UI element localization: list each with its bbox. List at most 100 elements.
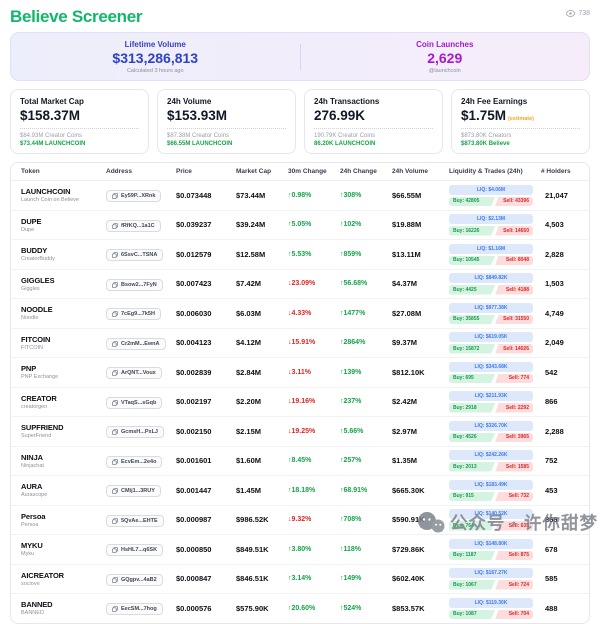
market-cap: $4.12M xyxy=(236,338,288,347)
col-30m-change[interactable]: 30m Change xyxy=(288,168,340,175)
stat-cards: Total Market Cap $158.37M $84.93M Creato… xyxy=(10,89,590,154)
liquidity-pill: LIQ: $148.80K xyxy=(449,539,533,549)
lifetime-volume-label: Lifetime Volume xyxy=(11,40,300,49)
sell-pill: Sell: 704 xyxy=(495,610,533,620)
col-24h-volume[interactable]: 24h Volume xyxy=(392,168,449,175)
copy-icon xyxy=(112,518,118,524)
address-pill[interactable]: EecSM...7hog xyxy=(106,603,163,615)
table-row[interactable]: Persoa Persoa 5QvAe...EHTE $0.000987 $98… xyxy=(11,506,589,536)
liquidity-cell: LIQ: $211.93K Buy: 2918 Sell: 2292 xyxy=(449,391,541,413)
address-pill[interactable]: EcvEm...2e4o xyxy=(106,456,162,468)
divider xyxy=(167,128,286,129)
table-row[interactable]: SUPFRIEND SuperFriend GcmsH...PxLJ $0.00… xyxy=(11,417,589,447)
col-holders[interactable]: # Holders xyxy=(541,168,589,175)
liquidity-pill: LIQ: $1.16M xyxy=(449,244,533,254)
volume-24h: $2.42M xyxy=(392,397,449,406)
address-text: GQgpv...4aB2 xyxy=(121,577,157,583)
token-name: AICREATOR xyxy=(21,571,106,580)
holders-count: 2,828 xyxy=(541,250,589,259)
address-text: VTaqS...sGqb xyxy=(121,400,156,406)
col-address[interactable]: Address xyxy=(106,168,176,175)
table-row[interactable]: LAUNCHCOIN Launch Coin on Believe Ey59P.… xyxy=(11,181,589,211)
token-subtitle: CreatorBuddy xyxy=(21,256,106,262)
address-pill[interactable]: 7cEg9...7k5H xyxy=(106,308,161,320)
address-pill[interactable]: CMij1...3RUY xyxy=(106,485,161,497)
buy-pill: Buy: 16226 xyxy=(449,226,495,236)
change-24h: ↑68.91% xyxy=(340,487,392,494)
copy-icon xyxy=(112,311,118,317)
col-market-cap[interactable]: Market Cap xyxy=(236,168,288,175)
sell-pill: Sell: 635 xyxy=(495,521,533,531)
address-pill[interactable]: 5QvAe...EHTE xyxy=(106,515,164,527)
price: $0.002150 xyxy=(176,427,236,436)
volume-24h: $1.35M xyxy=(392,456,449,465)
table-row[interactable]: DUPE Dupe fRfKQ...1a1C $0.039237 $39.24M… xyxy=(11,211,589,241)
price: $0.002197 xyxy=(176,397,236,406)
address-cell: 6SsvC...TSNA xyxy=(106,245,176,263)
token-cell: BUDDY CreatorBuddy xyxy=(21,246,106,262)
coin-launches-sub[interactable]: @launchcoin xyxy=(301,68,590,74)
liquidity-cell: LIQ: $343.68K Buy: 695 Sell: 774 xyxy=(449,362,541,384)
col-24h-change[interactable]: 24h Change xyxy=(340,168,392,175)
token-subtitle: Giggles xyxy=(21,286,106,292)
table-row[interactable]: FITCOIN FITCOIN Cr2mM...EwnA $0.004123 $… xyxy=(11,329,589,359)
col-token[interactable]: Token xyxy=(21,168,106,175)
divider xyxy=(314,128,433,129)
sell-pill: Sell: 14650 xyxy=(495,226,533,236)
table-row[interactable]: BANNED BANNED EecSM...7hog $0.000576 $57… xyxy=(11,594,589,623)
address-pill[interactable]: GcmsH...PxLJ xyxy=(106,426,164,438)
address-pill[interactable]: Cr2mM...EwnA xyxy=(106,338,166,350)
table-row[interactable]: GIGGLES Giggles Bsow2...7FyN $0.007423 $… xyxy=(11,270,589,300)
address-pill[interactable]: HsHL7...q6SK xyxy=(106,544,163,556)
table-row[interactable]: MYKU Myku HsHL7...q6SK $0.000850 $849.51… xyxy=(11,535,589,565)
address-cell: Ey59P...XRnk xyxy=(106,186,176,204)
table-row[interactable]: AURA Aurascope CMij1...3RUY $0.001447 $1… xyxy=(11,476,589,506)
address-pill[interactable]: GQgpv...4aB2 xyxy=(106,574,163,586)
holders-count: 2,049 xyxy=(541,338,589,347)
table-row[interactable]: NOODLE Noodle 7cEg9...7k5H $0.006030 $6.… xyxy=(11,299,589,329)
table-row[interactable]: CREATOR creatorgen VTaqS...sGqb $0.00219… xyxy=(11,388,589,418)
change-24h: ↑308% xyxy=(340,192,392,199)
market-cap: $986.52K xyxy=(236,515,288,524)
table-row[interactable]: PNP PNP Exchange ArQNT...Voux $0.002839 … xyxy=(11,358,589,388)
lifetime-volume-sub: Calculated 3 hours ago xyxy=(11,68,300,74)
buy-sell-bar: Buy: 35855 Sell: 31550 xyxy=(449,315,533,325)
address-pill[interactable]: fRfKQ...1a1C xyxy=(106,220,161,232)
table-row[interactable]: BUDDY CreatorBuddy 6SsvC...TSNA $0.01257… xyxy=(11,240,589,270)
volume-24h: $812.10K xyxy=(392,368,449,377)
volume-24h: $66.55M xyxy=(392,191,449,200)
buy-pill: Buy: 1087 xyxy=(449,610,495,620)
sell-pill: Sell: 4188 xyxy=(495,285,533,295)
address-pill[interactable]: Bsow2...7FyN xyxy=(106,279,163,291)
liquidity-cell: LIQ: $4.06M Buy: 42805 Sell: 43396 xyxy=(449,185,541,207)
liquidity-pill: LIQ: $343.68K xyxy=(449,362,533,372)
lifetime-volume-block: Lifetime Volume $313,286,813 Calculated … xyxy=(11,40,300,74)
address-pill[interactable]: Ey59P...XRnk xyxy=(106,190,161,202)
address-cell: fRfKQ...1a1C xyxy=(106,216,176,234)
col-liquidity[interactable]: Liquidity & Trades (24h) xyxy=(449,168,541,175)
address-cell: ArQNT...Voux xyxy=(106,363,176,381)
price: $0.000987 xyxy=(176,515,236,524)
token-cell: PNP PNP Exchange xyxy=(21,364,106,380)
buy-sell-bar: Buy: 10545 Sell: 8048 xyxy=(449,256,533,266)
address-text: Bsow2...7FyN xyxy=(121,282,157,288)
buy-pill: Buy: 1067 xyxy=(449,580,495,590)
sell-pill: Sell: 774 xyxy=(495,374,533,384)
sell-pill: Sell: 31550 xyxy=(495,315,533,325)
sell-pill: Sell: 1585 xyxy=(495,462,533,472)
market-cap: $2.84M xyxy=(236,368,288,377)
table-row[interactable]: AICREATOR sociove GQgpv...4aB2 $0.000847… xyxy=(11,565,589,595)
address-pill[interactable]: 6SsvC...TSNA xyxy=(106,249,163,261)
col-price[interactable]: Price xyxy=(176,168,236,175)
address-pill[interactable]: ArQNT...Voux xyxy=(106,367,162,379)
address-text: ArQNT...Voux xyxy=(121,370,156,376)
token-cell: SUPFRIEND SuperFriend xyxy=(21,423,106,439)
stat-launchcoin-line: $66.55M LAUNCHCOIN xyxy=(167,141,286,147)
address-cell: GcmsH...PxLJ xyxy=(106,422,176,440)
table-row[interactable]: NINJA Ninjachat EcvEm...2e4o $0.001601 $… xyxy=(11,447,589,477)
stat-launchcoin-line: $873.80K Believe xyxy=(461,141,580,147)
token-subtitle: sociove xyxy=(21,581,106,587)
token-cell: LAUNCHCOIN Launch Coin on Believe xyxy=(21,187,106,203)
buy-sell-bar: Buy: 4425 Sell: 4188 xyxy=(449,285,533,295)
address-pill[interactable]: VTaqS...sGqb xyxy=(106,397,162,409)
